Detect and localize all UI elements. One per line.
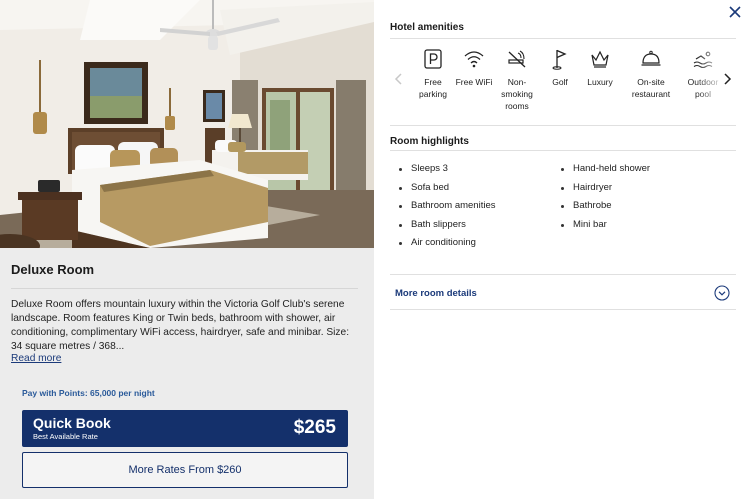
amenity-label: Free WiFi	[455, 77, 493, 87]
highlights-column-2: Hand-held shower Hairdryer Bathrobe Mini…	[560, 160, 650, 234]
highlight-item: Sleeps 3	[398, 160, 495, 179]
amenities-title: Hotel amenities	[390, 22, 464, 33]
wifi-icon	[464, 51, 484, 68]
room-description: Deluxe Room offers mountain luxury withi…	[11, 299, 350, 352]
chevron-left-icon[interactable]	[394, 72, 404, 86]
chevron-down-icon	[714, 285, 730, 301]
read-more-link[interactable]: Read more	[11, 353, 61, 364]
highlights-column-1: Sleeps 3 Sofa bed Bathroom amenities Bat…	[398, 160, 495, 253]
divider	[11, 288, 358, 289]
room-details-panel: Hotel amenities Free parking Free WiFi N…	[374, 0, 750, 499]
parking-icon	[424, 49, 442, 69]
amenity-free-wifi: Free WiFi	[451, 48, 497, 88]
crown-icon	[591, 50, 609, 68]
room-highlights-title: Room highlights	[390, 136, 469, 147]
amenity-luxury: Luxury	[577, 48, 623, 88]
divider	[390, 125, 736, 126]
pay-with-points-text: Pay with Points: 65,000 per night	[22, 388, 155, 398]
highlight-item: Mini bar	[560, 216, 650, 235]
amenity-label: Free parking	[419, 77, 447, 99]
room-photo	[0, 0, 374, 248]
highlight-item: Bathroom amenities	[398, 197, 495, 216]
golf-flag-icon	[552, 49, 567, 70]
quick-book-button[interactable]: Quick Book Best Available Rate $265	[22, 410, 348, 447]
amenity-non-smoking: Non-smoking rooms	[494, 48, 540, 112]
room-card: Deluxe Room Deluxe Room offers mountain …	[0, 0, 374, 499]
room-title: Deluxe Room	[11, 262, 95, 277]
more-room-details-label: More room details	[395, 288, 477, 299]
quick-book-price: $265	[293, 417, 336, 438]
highlight-item: Sofa bed	[398, 179, 495, 198]
chevron-right-icon[interactable]	[722, 72, 732, 86]
cloche-icon	[641, 50, 661, 66]
quick-book-subtitle: Best Available Rate	[33, 432, 98, 441]
highlight-item: Air conditioning	[398, 234, 495, 253]
divider	[390, 150, 736, 151]
divider	[390, 38, 736, 39]
amenity-free-parking: Free parking	[410, 48, 456, 100]
close-icon[interactable]	[728, 5, 742, 19]
amenity-on-site-restaurant: On-site restaurant	[628, 48, 674, 100]
amenity-label: Luxury	[587, 77, 613, 87]
more-rates-button[interactable]: More Rates From $260	[22, 452, 348, 488]
highlight-item: Bathrobe	[560, 197, 650, 216]
highlight-item: Bath slippers	[398, 216, 495, 235]
quick-book-title: Quick Book	[33, 415, 111, 431]
amenity-label: Non-smoking rooms	[501, 77, 533, 111]
no-smoking-icon	[508, 50, 526, 68]
room-photo-illustration	[0, 0, 374, 248]
more-room-details-toggle[interactable]: More room details	[390, 274, 736, 310]
highlight-item: Hand-held shower	[560, 160, 650, 179]
highlight-item: Hairdryer	[560, 179, 650, 198]
amenity-label: On-site restaurant	[631, 77, 671, 99]
